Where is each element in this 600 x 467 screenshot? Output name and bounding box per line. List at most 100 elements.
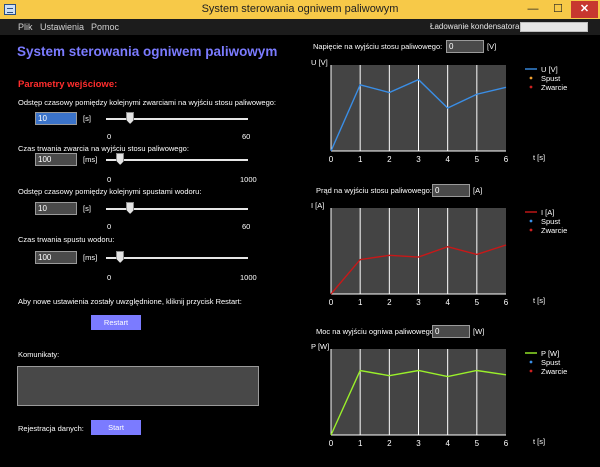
- purge-interval-slider[interactable]: [106, 202, 248, 214]
- y-axis-label: P [W]: [311, 342, 329, 351]
- legend-label: I [A]: [541, 208, 554, 217]
- current-chart: I [A]t [s]0 1 2 3 4 5 6I [A]SpustZwarcie: [311, 201, 567, 307]
- x-tick-label: 5: [475, 439, 480, 448]
- power-readout-label: Moc na wyjściu ogniwa paliwowego:: [316, 327, 437, 336]
- legend-swatch: [529, 369, 533, 373]
- current-readout-unit: [A]: [473, 186, 483, 195]
- x-tick-label: 6: [504, 298, 509, 307]
- power-chart: P [W]t [s]0 1 2 3 4 5 6P [W]SpustZwarcie: [311, 342, 567, 448]
- x-tick-label: 6: [504, 155, 509, 164]
- y-axis-label: I [A]: [311, 201, 324, 210]
- window-title: System sterowania ogniwem paliwowym: [201, 3, 399, 15]
- voltage-chart: U [V]t [s]0 1 2 3 4 5 6U [V]SpustZwarcie: [311, 58, 567, 164]
- x-tick-label: 4: [445, 439, 450, 448]
- minimize-button[interactable]: —: [521, 1, 545, 18]
- short-interval-label: Odstęp czasowy pomiędzy kolejnymi zwarci…: [18, 98, 277, 107]
- legend-label: Zwarcie: [541, 226, 567, 235]
- short-duration-slider[interactable]: [106, 153, 248, 165]
- legend-label: Spust: [541, 217, 561, 226]
- slider-thumb[interactable]: [126, 202, 135, 214]
- power-readout-value: 0: [432, 325, 470, 338]
- slider-thumb[interactable]: [126, 112, 135, 124]
- short-interval-slider[interactable]: [106, 112, 248, 124]
- data-logging-label: Rejestracja danych:: [18, 424, 84, 433]
- slider-thumb[interactable]: [116, 153, 125, 165]
- legend-label: Spust: [541, 358, 561, 367]
- menu-item-help[interactable]: Pomoc: [91, 22, 119, 32]
- purge-duration-max: 1000: [240, 273, 257, 282]
- x-tick-label: 3: [416, 155, 421, 164]
- title-bar: System sterowania ogniwem paliwowym — ☐ …: [0, 0, 600, 19]
- capacitor-charge-progress: [520, 22, 588, 32]
- x-tick-label: 0: [329, 298, 334, 307]
- short-interval-min: 0: [107, 132, 112, 141]
- x-tick-label: 4: [445, 155, 450, 164]
- current-readout-value: 0: [432, 184, 470, 197]
- app-heading: System sterowania ogniwem paliwowym: [17, 44, 278, 59]
- x-tick-label: 6: [504, 439, 509, 448]
- short-duration-min: 0: [107, 175, 112, 184]
- purge-duration-slider[interactable]: [106, 251, 248, 263]
- short-duration-input[interactable]: 100: [35, 153, 77, 166]
- x-tick-label: 0: [329, 155, 334, 164]
- short-interval-unit: [s]: [83, 114, 91, 123]
- purge-duration-input[interactable]: 100: [35, 251, 77, 264]
- y-axis-label: U [V]: [311, 58, 328, 67]
- legend-swatch: [529, 76, 533, 80]
- x-tick-label: 1: [358, 439, 363, 448]
- x-axis-label: t [s]: [533, 437, 545, 446]
- x-tick-label: 3: [416, 298, 421, 307]
- menu-item-settings[interactable]: Ustawienia: [40, 22, 84, 32]
- menu-item-file[interactable]: Plik: [18, 22, 33, 32]
- x-tick-label: 0: [329, 439, 334, 448]
- x-tick-label: 5: [475, 298, 480, 307]
- x-tick-label: 2: [387, 298, 392, 307]
- x-tick-label: 1: [358, 298, 363, 307]
- x-tick-label: 4: [445, 298, 450, 307]
- menu-bar: Plik Ustawienia Pomoc Ładowanie kondensa…: [0, 19, 600, 35]
- purge-duration-unit: [ms]: [83, 253, 98, 262]
- current-readout-label: Prąd na wyjściu stosu paliwowego:: [316, 186, 432, 195]
- short-interval-max: 60: [242, 132, 251, 141]
- x-tick-label: 3: [416, 439, 421, 448]
- voltage-readout-unit: [V]: [487, 42, 497, 51]
- x-axis-label: t [s]: [533, 153, 545, 162]
- legend-swatch: [529, 360, 533, 364]
- purge-interval-min: 0: [107, 222, 112, 231]
- legend-label: Zwarcie: [541, 83, 567, 92]
- short-duration-label: Czas trwania zwarcia na wyjściu stosu pa…: [18, 144, 189, 153]
- slider-thumb[interactable]: [116, 251, 125, 263]
- short-interval-input[interactable]: 10: [35, 112, 77, 125]
- restart-note: Aby nowe ustawienia zostały uwzględnione…: [18, 297, 242, 306]
- close-button[interactable]: ✕: [571, 1, 598, 18]
- x-tick-label: 2: [387, 439, 392, 448]
- short-duration-unit: [ms]: [83, 155, 98, 164]
- short-duration-max: 1000: [240, 175, 257, 184]
- legend-swatch: [529, 219, 533, 223]
- legend-label: Spust: [541, 74, 561, 83]
- x-tick-label: 2: [387, 155, 392, 164]
- purge-interval-max: 60: [242, 222, 251, 231]
- capacitor-charge-label: Ładowanie kondensatora:: [430, 22, 522, 31]
- slider-track: [106, 257, 248, 259]
- messages-box[interactable]: [17, 366, 259, 406]
- purge-duration-label: Czas trwania spustu wodoru:: [18, 235, 115, 244]
- x-tick-label: 5: [475, 155, 480, 164]
- start-logging-button[interactable]: Start: [91, 420, 141, 435]
- purge-interval-input[interactable]: 10: [35, 202, 77, 215]
- voltage-readout-label: Napięcie na wyjściu stosu paliwowego:: [313, 42, 443, 51]
- messages-label: Komunikaty:: [18, 350, 60, 359]
- x-axis-label: t [s]: [533, 296, 545, 305]
- restart-button[interactable]: Restart: [91, 315, 141, 330]
- power-readout-unit: [W]: [473, 327, 485, 336]
- x-tick-label: 1: [358, 155, 363, 164]
- input-parameters-heading: Parametry wejściowe:: [18, 79, 118, 90]
- purge-interval-unit: [s]: [83, 204, 91, 213]
- purge-interval-label: Odstęp czasowy pomiędzy kolejnymi spusta…: [18, 187, 202, 196]
- purge-duration-min: 0: [107, 273, 112, 282]
- maximize-button[interactable]: ☐: [546, 1, 570, 18]
- slider-track: [106, 159, 248, 161]
- legend-label: U [V]: [541, 65, 558, 74]
- legend-label: Zwarcie: [541, 367, 567, 376]
- legend-swatch: [529, 228, 533, 232]
